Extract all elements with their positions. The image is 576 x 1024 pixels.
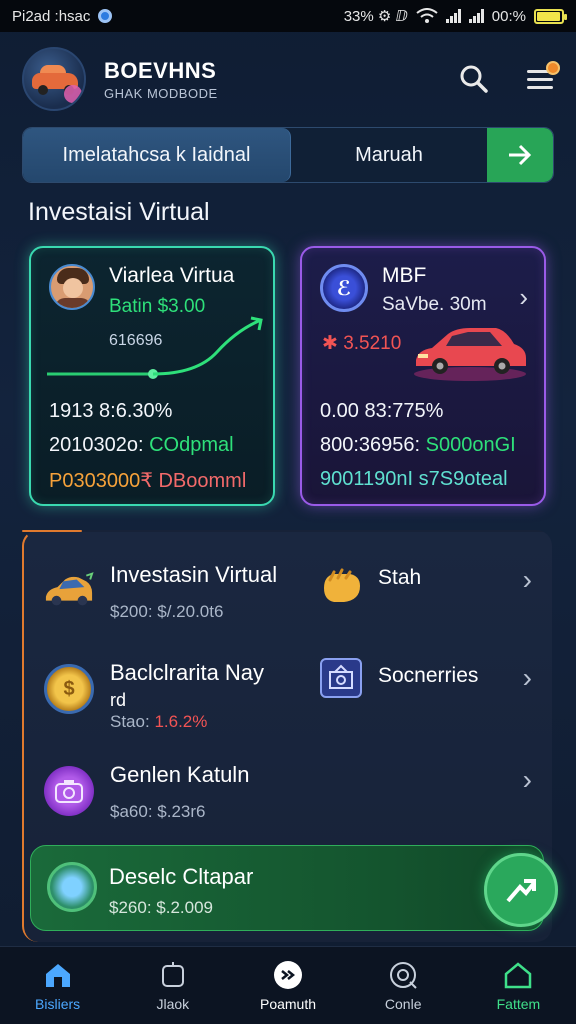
bottom-navigation: Bisliers Jlaok Poamuth Conle Fattem [0, 946, 576, 1024]
signal-icon-2 [468, 9, 484, 23]
nav-label: Jlaok [156, 995, 190, 1012]
list-item-title: Investasin Virtual [110, 562, 278, 587]
promo-subtitle: $260: $.2.009 [109, 898, 213, 917]
investment-card-right[interactable]: ℰ MBF SaVbe. 30m › ✱ 3.5210 0.00 83:775%… [300, 246, 546, 506]
list-item-right-label: Socnerries [378, 664, 479, 687]
stat-2-highlight: S000onGI [425, 434, 516, 456]
status-right-text: 33% ⚙ ⅅ [343, 8, 408, 25]
app-notification-icon [98, 9, 113, 23]
list-item-title: Genlen Katuln [110, 762, 250, 787]
nav-label: Bisliers [35, 995, 81, 1012]
coin-logo-icon: ℰ [320, 264, 368, 312]
card-stat-1: 1913 8:6.30% [49, 400, 173, 422]
card-subvalue: SaVbe. 30m [382, 294, 487, 315]
sub-change: 1.6.2% [154, 712, 208, 731]
search-button[interactable] [458, 63, 490, 95]
list-item-subtitle: $200: $/.20.0t6 [110, 602, 224, 621]
segment-go-button[interactable] [487, 128, 553, 182]
battery-percent: 00:% [491, 7, 526, 25]
list-item-subtitle: Stao: 1.6.2% [110, 712, 207, 732]
nav-item-house[interactable]: Fattem [461, 947, 576, 1024]
list-item[interactable]: $ Baclclrarita Nay rd Stao: 1.6.2% Socner… [24, 654, 554, 734]
brand-subtitle: GHAK MODBODE [104, 85, 218, 101]
house-outline-icon [503, 960, 533, 990]
card-stat-2: 2010302o: COdpmal [49, 434, 234, 457]
hand-icon [320, 564, 364, 608]
segment-tab-right[interactable]: Maruah [291, 128, 487, 182]
list-item[interactable]: Genlen Katuln $a60: $.23r6 › [24, 756, 554, 836]
nav-label: Fattem [496, 995, 541, 1012]
title-line-1: Baclclrarita Nay [110, 660, 265, 685]
card-stat-3: P0303000₹ DBoomml [49, 468, 246, 493]
avatar[interactable] [22, 47, 86, 111]
nav-item-target[interactable]: Conle [346, 947, 461, 1024]
trend-line-chart [47, 316, 263, 379]
chevron-right-icon[interactable]: › [523, 764, 532, 796]
list-item-subtitle: $a60: $.23r6 [110, 802, 206, 821]
chevron-right-icon[interactable]: › [519, 282, 528, 313]
list-item-right-label: Stah [378, 566, 422, 589]
trend-fab-button[interactable] [484, 853, 558, 927]
nav-item-box[interactable]: Jlaok [115, 947, 230, 1024]
home-icon [43, 960, 73, 990]
stat-2-highlight: COdpmal [149, 434, 234, 456]
app-header: BOEVHNS GHAK MODBODE [22, 44, 562, 114]
stat-3-highlight: ₹ DBoomml [140, 470, 247, 492]
signal-icon [445, 9, 461, 23]
box-icon [158, 960, 188, 990]
segmented-control: Imelatahcsa k Iaidnal Maruah [22, 127, 554, 183]
card-title: MBF [382, 264, 427, 287]
nav-label: Conle [384, 995, 422, 1012]
safe-icon [320, 658, 362, 698]
battery-icon [534, 8, 567, 24]
section-title: Investaisi Virtual [28, 198, 210, 226]
globe-icon [47, 862, 97, 912]
nav-item-home[interactable]: Bisliers [0, 947, 115, 1024]
list-item-title: Baclclrarita Nay rd [110, 660, 264, 712]
card-price: ✱ 3.5210 [322, 333, 402, 354]
card-stat-3: 9001190nI s7S9oteal [320, 468, 508, 490]
status-bar: Pi2ad :hsac 33% ⚙ ⅅ 00:% [0, 0, 576, 32]
car-icon [44, 566, 94, 616]
nav-item-forward[interactable]: Poamuth [230, 947, 345, 1024]
status-left-text: Pi2ad :hsac [12, 7, 91, 25]
chevron-right-icon[interactable]: › [523, 662, 532, 694]
chevron-right-icon[interactable]: › [523, 564, 532, 596]
menu-button[interactable] [524, 61, 560, 95]
coin-icon: $ [44, 664, 94, 714]
wifi-icon [416, 8, 438, 23]
promo-bar[interactable]: Deselc Cltapar $260: $.2.009 [30, 845, 544, 931]
stat-2-prefix: 2010302o: [49, 434, 144, 456]
list-item[interactable]: Investasin Virtual $200: $/.20.0t6 Stah … [24, 556, 554, 636]
forward-icon [273, 960, 303, 990]
stat-3-prefix: P0303000 [49, 470, 141, 492]
sub-prefix: Stao: [110, 712, 150, 731]
stat-2-prefix: 800:36956: [320, 434, 421, 456]
card-stat-2: 800:36956: S000onGI [320, 434, 516, 457]
car-icon [414, 328, 526, 381]
segment-tab-left[interactable]: Imelatahcsa k Iaidnal [23, 128, 291, 182]
title-line-2: rd [110, 690, 127, 710]
person-avatar [49, 264, 95, 310]
brand: BOEVHNS GHAK MODBODE [104, 58, 218, 101]
trend-arrow-icon [506, 879, 536, 903]
arrow-right-icon [509, 144, 532, 166]
target-icon [388, 960, 418, 990]
search-icon [460, 65, 488, 93]
brand-name: BOEVHNS [104, 57, 217, 83]
card-stat-1: 0.00 83:775% [320, 400, 444, 422]
notification-dot [546, 61, 560, 75]
card-title: Viarlea Virtua [109, 264, 235, 287]
investment-card-left[interactable]: Viarlea Virtua Batin $3.00 616696 1913 8… [29, 246, 275, 506]
camera-icon [44, 766, 94, 816]
nav-label: Poamuth [259, 995, 317, 1012]
promo-title: Deselc Cltapar [109, 864, 254, 889]
